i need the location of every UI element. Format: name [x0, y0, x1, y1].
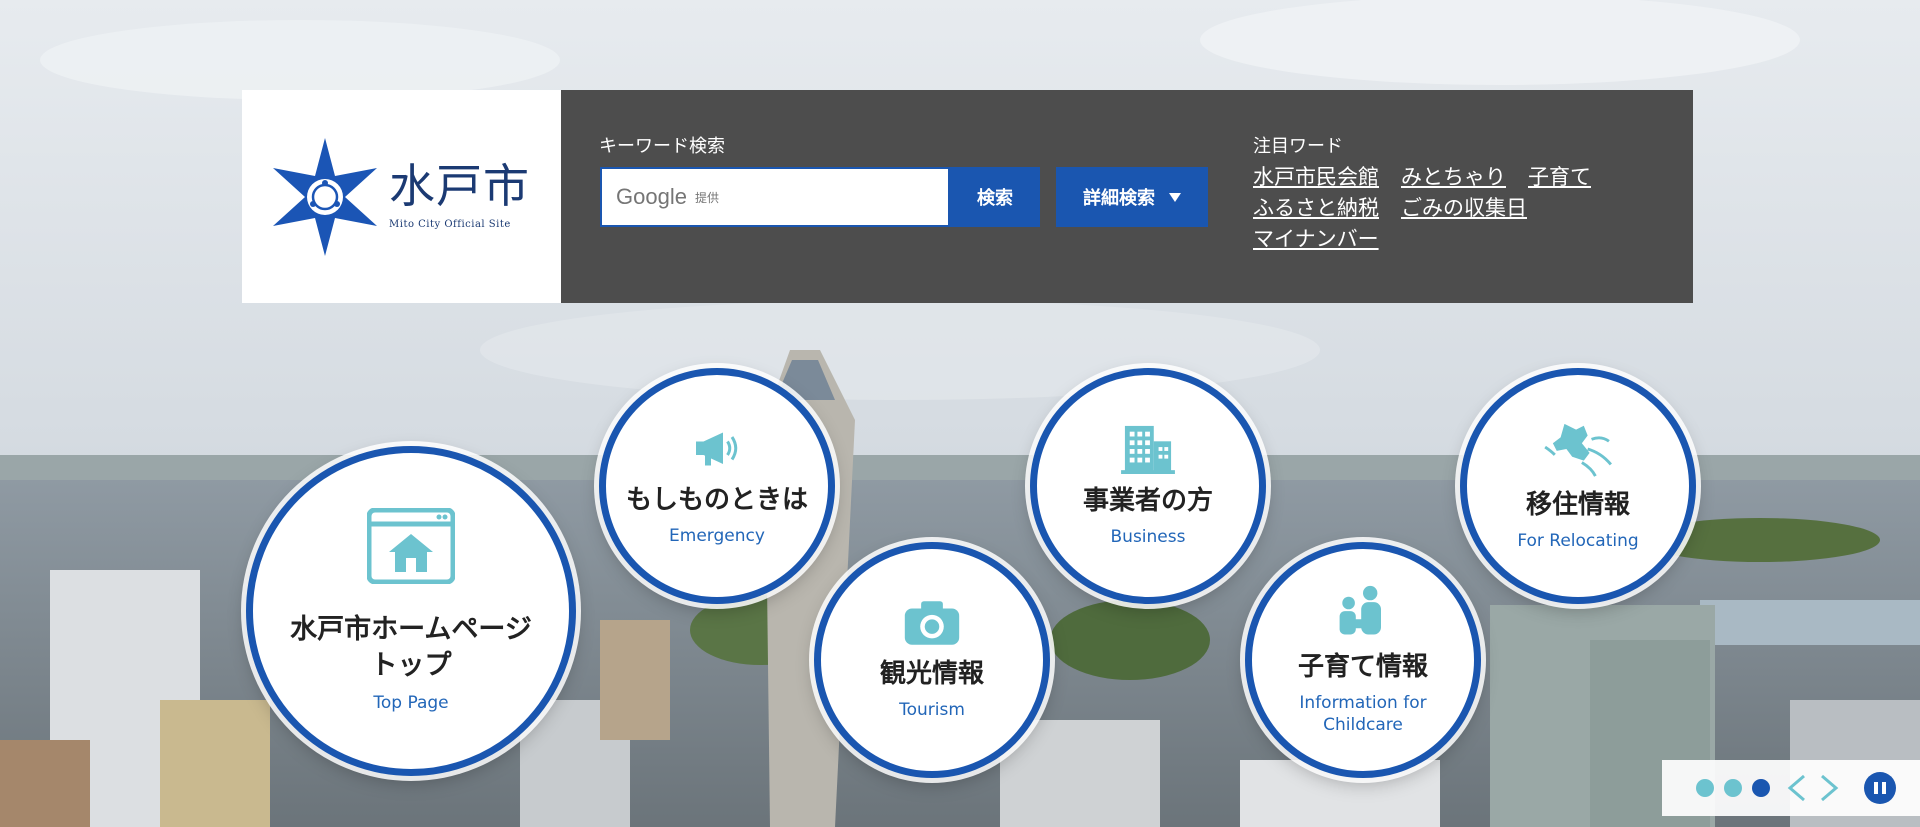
search-area: キーワード検索 Google 提供 検索 詳細検索 注目ワード 水戸市民会館 み… [561, 90, 1693, 303]
menu-emergency-jp: もしものときは [625, 484, 808, 515]
menu-top-page-jp: 水戸市ホームページトップ [290, 613, 532, 682]
menu-childcare-jp: 子育て情報 [1297, 652, 1428, 683]
menu-emergency-en: Emergency [669, 525, 765, 546]
menu-tourism[interactable]: 観光情報 Tourism [814, 542, 1050, 778]
camera-icon [904, 601, 960, 645]
chevron-right-icon[interactable] [1818, 774, 1840, 802]
trending-link[interactable]: マイナンバー [1253, 224, 1379, 255]
advanced-search-button[interactable]: 詳細検索 [1056, 167, 1208, 227]
menu-business-en: Business [1110, 526, 1186, 547]
menu-relocating-jp: 移住情報 [1525, 489, 1630, 520]
menu-tourism-jp: 観光情報 [879, 658, 984, 689]
trending-words-list: 水戸市民会館 みとちゃり 子育て ふるさと納税 ごみの収集日 マイナンバー [1253, 162, 1633, 255]
trending-link[interactable]: 水戸市民会館 [1253, 162, 1379, 193]
menu-tourism-en: Tourism [899, 699, 965, 720]
google-provided-label: 提供 [694, 190, 719, 205]
map-icon [1544, 423, 1612, 477]
slider-dot-active[interactable] [1752, 779, 1770, 797]
slider-controls [1662, 760, 1920, 816]
menu-relocating-en: For Relocating [1517, 530, 1639, 551]
trending-link[interactable]: ごみの収集日 [1401, 193, 1527, 224]
search-button[interactable]: 検索 [950, 167, 1040, 227]
menu-business-jp: 事業者の方 [1082, 485, 1213, 516]
menu-top-page-en: Top Page [373, 692, 449, 713]
site-header: 水戸市 Mito City Official Site キーワード検索 Goog… [242, 90, 1693, 303]
homepage-icon [367, 507, 455, 584]
megaphone-icon [696, 432, 738, 466]
building-icon [1121, 425, 1175, 474]
slider-dot[interactable] [1696, 779, 1714, 797]
logo-name: 水戸市 [389, 159, 530, 213]
pause-icon[interactable] [1864, 772, 1896, 804]
menu-childcare[interactable]: 子育て情報 Information for Childcare [1245, 542, 1481, 778]
logo-subtitle: Mito City Official Site [389, 219, 511, 230]
trending-link[interactable]: ふるさと納税 [1253, 193, 1379, 224]
caret-down-icon [1169, 192, 1181, 202]
menu-business[interactable]: 事業者の方 Business [1030, 368, 1266, 604]
trending-link[interactable]: 子育て [1528, 162, 1591, 193]
slider-dot[interactable] [1724, 779, 1742, 797]
trending-link[interactable]: みとちゃり [1401, 162, 1506, 193]
search-input[interactable]: Google 提供 [600, 167, 950, 227]
menu-relocating[interactable]: 移住情報 For Relocating [1460, 368, 1696, 604]
keyword-search-label: キーワード検索 [599, 136, 725, 157]
menu-top-page[interactable]: 水戸市ホームページトップ Top Page [246, 446, 576, 776]
chevron-left-icon[interactable] [1786, 774, 1808, 802]
google-branding: Google [616, 184, 687, 209]
trending-words-label: 注目ワード [1253, 136, 1343, 157]
menu-emergency[interactable]: もしものときは Emergency [599, 368, 835, 604]
advanced-search-label: 詳細検索 [1083, 188, 1155, 209]
site-logo[interactable]: 水戸市 Mito City Official Site [242, 90, 561, 303]
family-icon [1339, 586, 1381, 635]
menu-childcare-en: Information for Childcare [1299, 693, 1427, 735]
star-emblem-icon [273, 137, 377, 256]
